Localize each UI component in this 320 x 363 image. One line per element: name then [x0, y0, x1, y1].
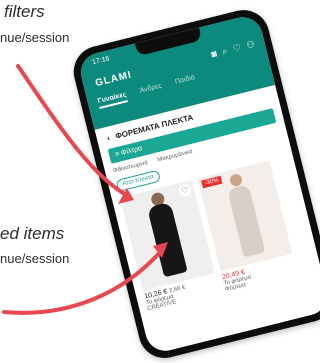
items-arrow-line [2, 248, 164, 315]
annotation-arrows [2, 64, 168, 315]
filters-arrow-line [16, 64, 130, 198]
